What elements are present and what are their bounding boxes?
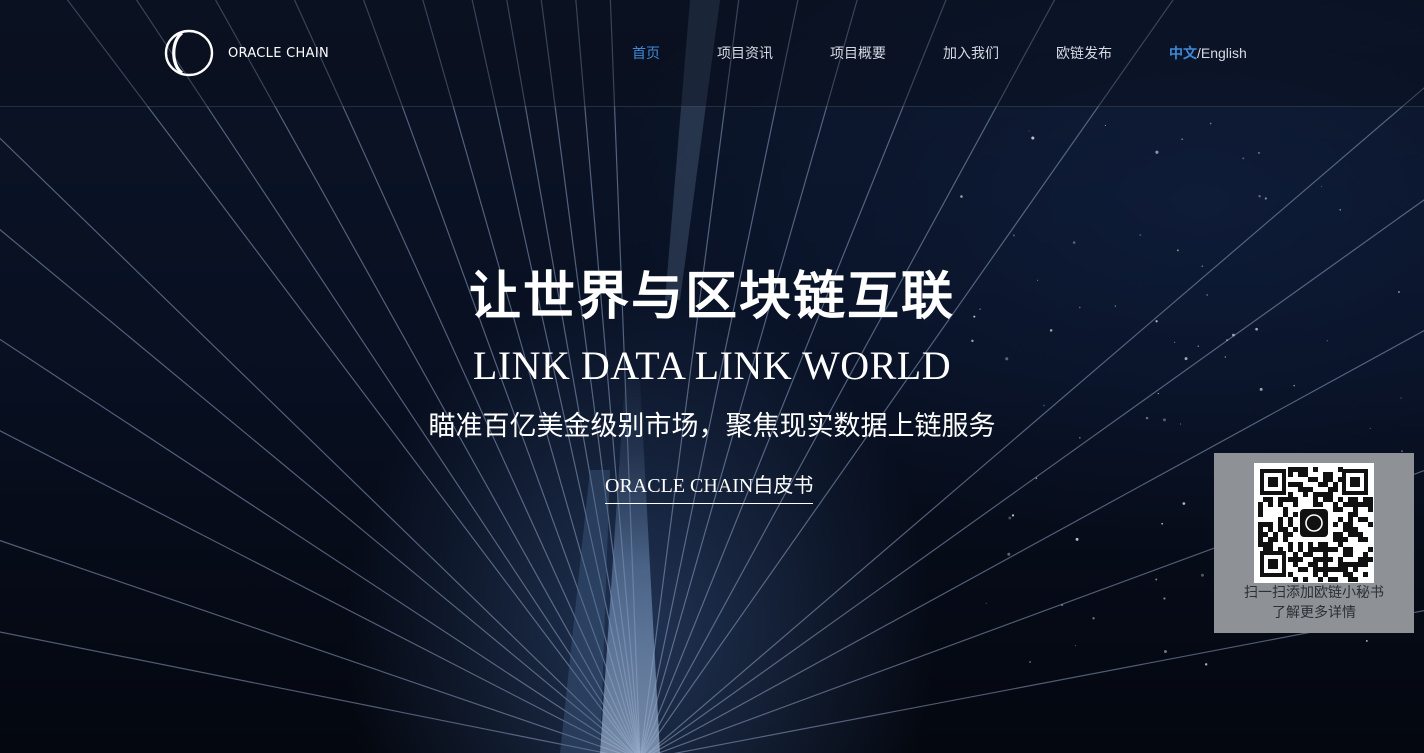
nav-join-us[interactable]: 加入我们 <box>943 43 999 63</box>
qr-caption-line2: 了解更多详情 <box>1272 604 1356 620</box>
site-logo[interactable]: ORACLE CHAIN <box>164 29 329 77</box>
top-navbar: ORACLE CHAIN 首页 项目资讯 项目概要 加入我们 欧链发布 中文/E… <box>0 0 1424 107</box>
hero-subtitle: 瞄准百亿美金级别市场，聚焦现实数据上链服务 <box>428 411 996 442</box>
nav-home[interactable]: 首页 <box>632 43 660 63</box>
nav-project-overview[interactable]: 项目概要 <box>830 43 886 63</box>
lang-english[interactable]: English <box>1201 45 1247 61</box>
qr-caption: 扫一扫添加欧链小秘书 了解更多详情 <box>1214 582 1414 622</box>
whitepaper-link[interactable]: ORACLE CHAIN白皮书 <box>605 469 814 504</box>
qr-contact-panel: 扫一扫添加欧链小秘书 了解更多详情 <box>1214 453 1414 633</box>
lang-chinese[interactable]: 中文 <box>1169 45 1197 61</box>
qr-caption-line1: 扫一扫添加欧链小秘书 <box>1244 584 1384 600</box>
nav-releases[interactable]: 欧链发布 <box>1056 43 1112 63</box>
logo-text: ORACLE CHAIN <box>228 45 329 61</box>
qr-code-icon <box>1254 463 1374 583</box>
hero-headline: 让世界与区块链互联 <box>468 267 955 327</box>
nav-project-news[interactable]: 项目资讯 <box>717 43 773 63</box>
oracle-chain-logo-icon <box>164 29 214 77</box>
language-switcher: 中文/English <box>1169 43 1247 63</box>
hero-slogan: LINK DATA LINK WORLD <box>472 343 952 388</box>
